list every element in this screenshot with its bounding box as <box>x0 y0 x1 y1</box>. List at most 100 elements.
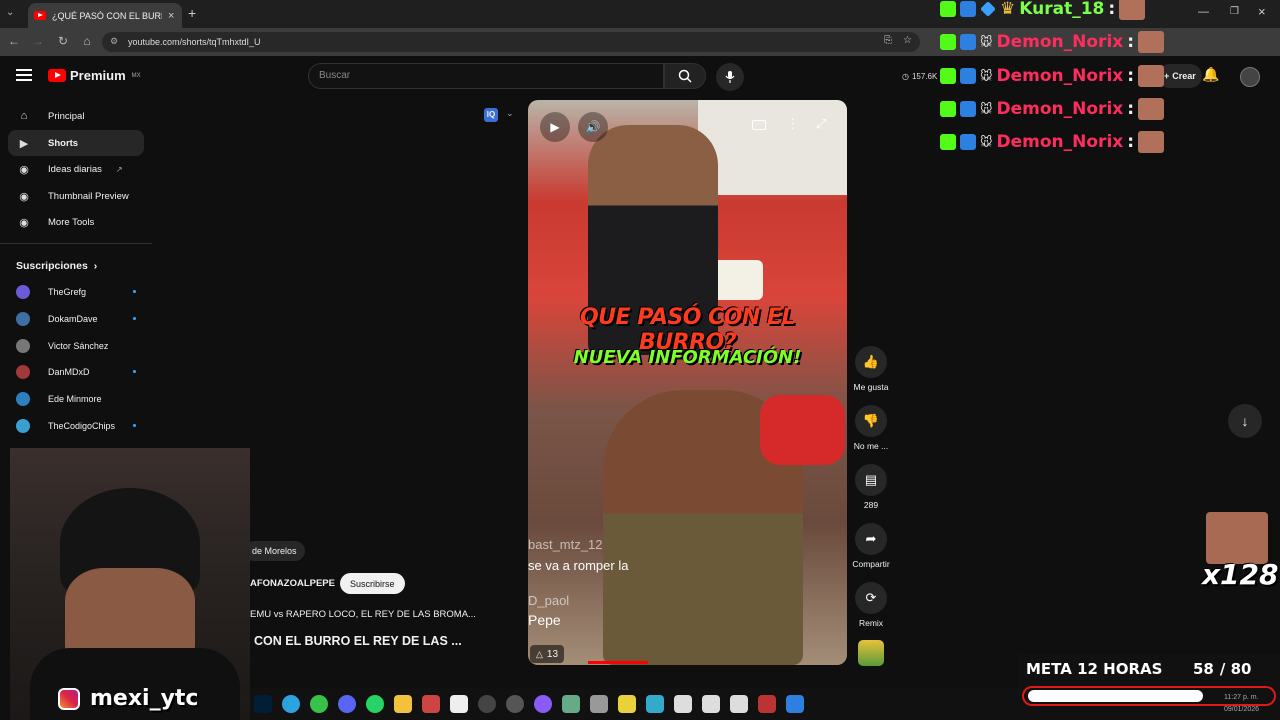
volume-button[interactable]: 🔊 <box>578 112 608 142</box>
create-label: Crear <box>1172 71 1196 81</box>
install-app-icon[interactable]: ⎘ <box>884 35 892 46</box>
back-icon[interactable]: ← <box>6 34 22 48</box>
subscription-item[interactable]: Victor Sánchez <box>16 336 136 356</box>
steam-icon[interactable] <box>506 695 524 713</box>
sidebar-item-ideas[interactable]: ◉ Ideas diarias ↗ <box>8 156 144 182</box>
chat-username: Demon_Norix <box>996 32 1124 52</box>
emote-face-icon <box>1138 98 1165 120</box>
close-window-icon[interactable]: × <box>1258 4 1266 19</box>
likes-badge[interactable]: △ 13 <box>530 645 565 663</box>
image-icon: ◉ <box>19 190 29 203</box>
goal-count: 58 / 80 <box>1193 660 1251 678</box>
document-icon[interactable] <box>702 695 720 713</box>
video-overlay-subtitle: NUEVA INFORMACIÓN! <box>573 347 802 368</box>
reload-icon[interactable]: ↻ <box>55 34 71 48</box>
restore-icon[interactable]: ❐ <box>1230 6 1239 17</box>
new-content-dot <box>133 370 136 373</box>
app-icon[interactable] <box>590 695 608 713</box>
document-icon[interactable] <box>730 695 748 713</box>
emote-face-icon <box>1138 65 1165 87</box>
captions-icon[interactable]: CC <box>752 120 766 130</box>
diamond-badge-icon <box>980 1 996 17</box>
video-title[interactable]: CON EL BURRO EL REY DE LAS ... <box>254 634 462 648</box>
play-button[interactable]: ▶ <box>540 112 570 142</box>
site-info-icon[interactable]: ⚙ <box>110 36 118 47</box>
new-tab-icon[interactable]: + <box>188 5 196 21</box>
document-icon[interactable] <box>674 695 692 713</box>
app-icon[interactable] <box>534 695 552 713</box>
app-icon[interactable] <box>758 695 776 713</box>
like-label: Me gusta <box>853 382 889 392</box>
extension-icon[interactable]: IQ <box>484 108 498 122</box>
bookmark-star-icon[interactable]: ☆ <box>903 35 912 46</box>
voice-search-button[interactable] <box>716 63 744 91</box>
caption-line: se va a romper la <box>528 558 629 573</box>
whatsapp-icon[interactable] <box>366 695 384 713</box>
search-input[interactable]: Buscar <box>308 63 664 89</box>
close-tab-icon[interactable]: × <box>168 10 174 22</box>
more-options-icon[interactable]: ⋮ <box>786 116 799 132</box>
app-icon[interactable] <box>646 695 664 713</box>
subscribe-button[interactable]: Suscribirse <box>340 573 405 594</box>
subscription-item[interactable]: Ede Minmore <box>16 389 136 409</box>
notifications-icon[interactable]: 🔔 <box>1202 66 1219 83</box>
sound-thumbnail[interactable] <box>858 640 884 666</box>
sidebar-item-shorts[interactable]: ▶ Shorts <box>8 130 144 156</box>
telegram-icon[interactable] <box>282 695 300 713</box>
subscription-item[interactable]: TheGrefg <box>16 282 136 302</box>
caption-line: D_paol <box>528 593 570 608</box>
windows-taskbar <box>250 688 1020 720</box>
related-video-link[interactable]: EMU vs RAPERO LOCO, EL REY DE LAS BROMA.… <box>250 609 476 620</box>
tools-icon: ◉ <box>19 216 29 229</box>
create-button[interactable]: + Crear <box>1158 64 1202 88</box>
url-field[interactable]: ⚙ youtube.com/shorts/tqTmhxtdI_U ⎘ ☆ <box>102 32 920 52</box>
home-browser-icon[interactable]: ⌂ <box>79 34 95 48</box>
app-icon[interactable] <box>478 695 496 713</box>
sidebar-item-thumbnail-preview[interactable]: ◉ Thumbnail Preview <box>8 183 144 209</box>
search-button[interactable] <box>664 63 706 89</box>
mouse-badge-icon: 🐭 <box>980 135 993 149</box>
folder-icon[interactable] <box>394 695 412 713</box>
avatar <box>16 339 30 353</box>
forward-icon[interactable]: → <box>30 34 46 48</box>
menu-icon[interactable] <box>16 69 32 81</box>
sidebar-item-more-tools[interactable]: ◉ More Tools <box>8 209 144 235</box>
subscription-item[interactable]: TheCodigoChips <box>16 416 136 436</box>
app-icon[interactable] <box>786 695 804 713</box>
remix-button[interactable]: ⟳ <box>855 582 887 614</box>
app-icon[interactable] <box>562 695 580 713</box>
progress-bar[interactable] <box>588 661 648 664</box>
location-chip[interactable]: de Morelos <box>244 541 305 561</box>
dislike-button[interactable]: 👎 <box>855 405 887 437</box>
photoshop-icon[interactable] <box>254 695 272 713</box>
chevron-down-icon[interactable]: ⌄ <box>506 108 514 119</box>
channel-name[interactable]: AFONAZOALPEPE <box>250 578 335 589</box>
like-button[interactable]: 👍 <box>855 346 887 378</box>
sidebar-item-label: Thumbnail Preview <box>48 190 129 202</box>
remix-icon: ⟳ <box>865 590 877 605</box>
short-video-player[interactable]: ▶ 🔊 CC ⋮ ⤢ QUE PASÓ CON EL BURRO? NUEVA … <box>528 100 847 665</box>
share-button[interactable]: ➦ <box>855 523 887 555</box>
minimize-icon[interactable]: — <box>1198 6 1209 18</box>
subscriptions-header[interactable]: Suscripciones › <box>16 260 97 272</box>
next-short-button[interactable]: ↓ <box>1228 404 1262 438</box>
subscription-item[interactable]: DanMDxD <box>16 362 136 382</box>
chat-app-icon[interactable] <box>310 695 328 713</box>
app-icon[interactable] <box>422 695 440 713</box>
fullscreen-icon[interactable]: ⤢ <box>816 116 826 132</box>
browser-tab[interactable]: ¿QUÉ PASÓ CON EL BURRO EL × <box>28 3 182 28</box>
verified-badge-icon <box>960 34 976 50</box>
play-icon: ▶ <box>550 120 560 134</box>
kick-badge-icon <box>940 101 956 117</box>
tab-search-icon[interactable]: ⌄ <box>6 7 14 18</box>
notes-icon[interactable] <box>618 695 636 713</box>
youtube-logo[interactable]: Premium MX <box>48 68 141 83</box>
account-avatar[interactable] <box>1240 67 1260 87</box>
mouse-badge-icon: 🐭 <box>980 102 993 116</box>
goal-progress-fill <box>1028 690 1203 702</box>
comments-button[interactable]: ▤ <box>855 464 887 496</box>
subscription-item[interactable]: DokamDave <box>16 309 136 329</box>
sidebar-item-principal[interactable]: ⌂ Principal <box>8 103 144 129</box>
app-icon[interactable] <box>450 695 468 713</box>
discord-icon[interactable] <box>338 695 356 713</box>
